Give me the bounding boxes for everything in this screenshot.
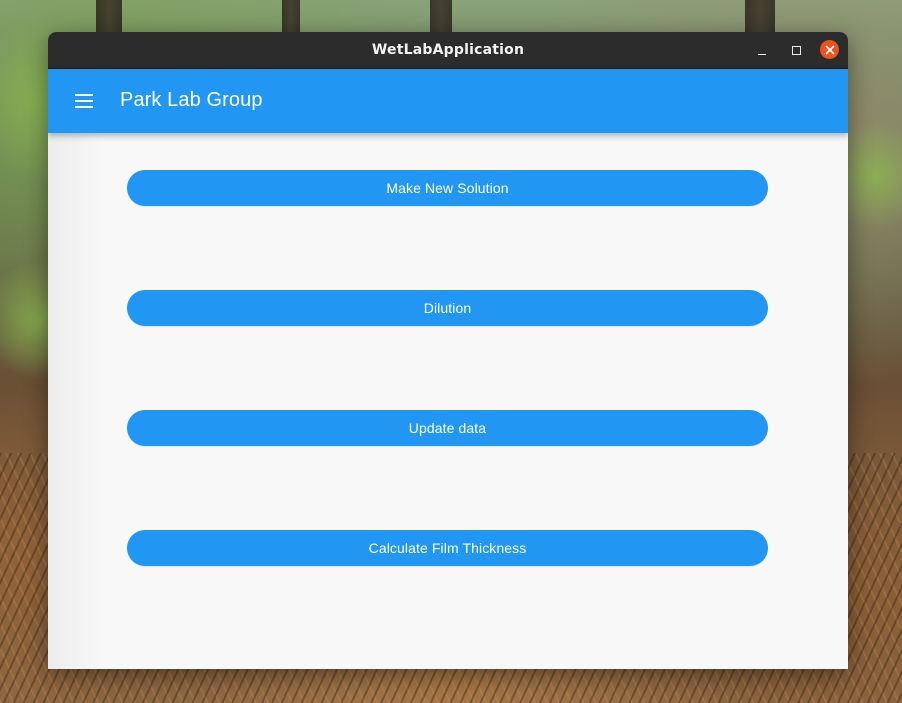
close-icon [825, 45, 834, 54]
calculate-film-thickness-button[interactable]: Calculate Film Thickness [127, 530, 768, 566]
minimize-button[interactable] [752, 40, 772, 60]
app-bar: Park Lab Group [48, 69, 848, 133]
minimize-icon [758, 53, 766, 55]
window-titlebar[interactable]: WetLabApplication [48, 32, 848, 69]
hamburger-menu-icon [75, 94, 93, 108]
close-button[interactable] [820, 40, 839, 59]
app-title: Park Lab Group [120, 89, 263, 111]
menu-button[interactable] [66, 83, 102, 119]
dilution-button[interactable]: Dilution [127, 290, 768, 326]
update-data-button[interactable]: Update data [127, 410, 768, 446]
make-new-solution-button[interactable]: Make New Solution [127, 170, 768, 206]
main-content: Make New Solution Dilution Update data C… [48, 133, 848, 669]
window-title: WetLabApplication [371, 42, 525, 58]
application-window: WetLabApplication Park Lab Group Make Ne… [48, 32, 848, 669]
maximize-button[interactable] [786, 40, 806, 60]
maximize-icon [791, 45, 801, 55]
